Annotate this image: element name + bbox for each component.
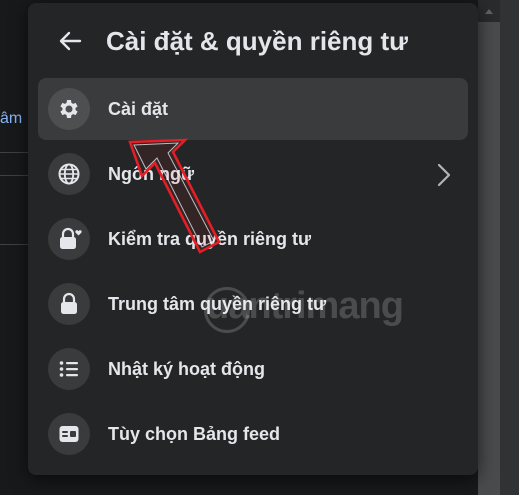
background-link-text[interactable]: âm — [0, 110, 22, 128]
scrollbar-track[interactable] — [478, 22, 500, 495]
menu-item-label: Nhật ký hoạt động — [108, 359, 265, 379]
menu-item-settings[interactable]: Cài đặt — [38, 78, 468, 140]
menu-item-label: Cài đặt — [108, 99, 169, 119]
menu-item-language[interactable]: Ngôn ngữ — [38, 143, 468, 205]
list-icon — [48, 348, 90, 390]
divider — [0, 244, 30, 245]
globe-icon — [48, 153, 90, 195]
arrow-left-icon — [59, 31, 82, 51]
menu-item-feed-preferences[interactable]: Tùy chọn Bảng feed — [38, 403, 468, 465]
background-left-area: âm — [0, 0, 30, 495]
scroll-up-button[interactable] — [478, 0, 500, 22]
scroll-up-arrow-icon — [485, 9, 493, 14]
divider — [0, 152, 30, 153]
menu-item-privacy-checkup[interactable]: Kiểm tra quyền riêng tư — [38, 208, 468, 270]
menu-item-activity-log[interactable]: Nhật ký hoạt động — [38, 338, 468, 400]
watermark: uantrimang — [206, 285, 404, 327]
gear-icon — [48, 88, 90, 130]
window-edge — [500, 0, 519, 495]
feed-icon — [48, 413, 90, 455]
scrollbar[interactable] — [478, 0, 519, 495]
menu-item-label: Kiểm tra quyền riêng tư — [108, 229, 312, 249]
menu-header: Cài đặt & quyền riêng tư — [28, 17, 478, 69]
lock-icon — [48, 283, 90, 325]
menu-title: Cài đặt & quyền riêng tư — [106, 26, 408, 56]
divider — [0, 175, 30, 176]
chevron-right-icon — [437, 163, 451, 187]
back-button[interactable] — [52, 23, 88, 59]
lock-heart-icon — [48, 218, 90, 260]
menu-item-label: Tùy chọn Bảng feed — [108, 424, 281, 444]
settings-privacy-menu: Cài đặt & quyền riêng tư Cài đặt Ngôn ng… — [28, 3, 478, 475]
menu-item-label: Ngôn ngữ — [108, 164, 195, 184]
